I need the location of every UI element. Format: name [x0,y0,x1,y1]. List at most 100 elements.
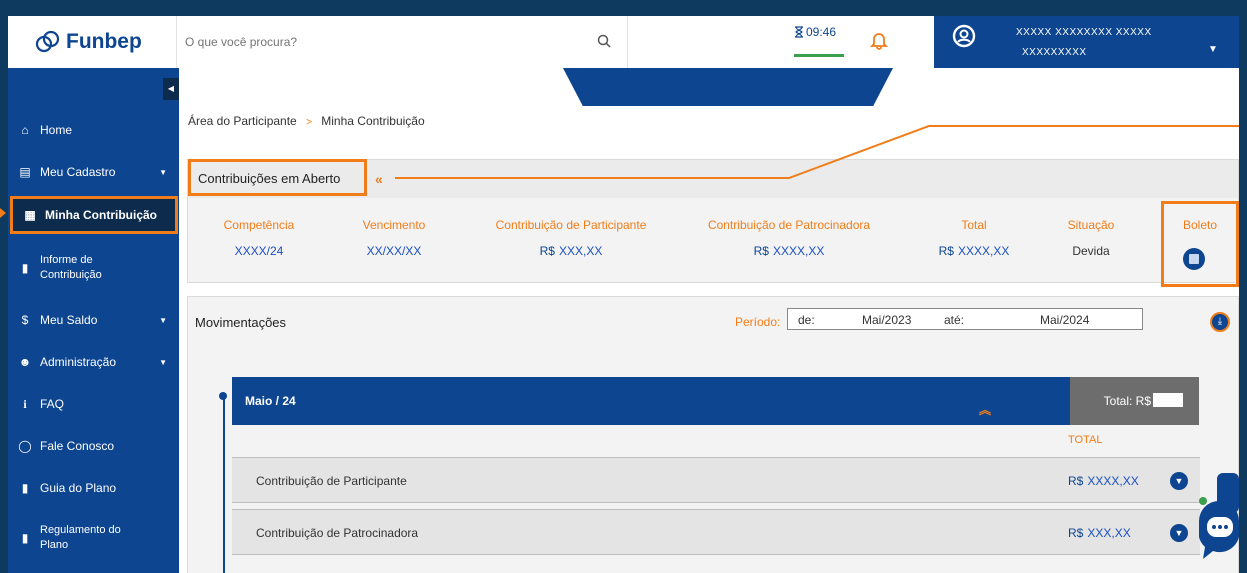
month-total: Total: R$ [1070,377,1199,425]
download-icon[interactable]: ⤓ [1210,312,1230,332]
total-column-header: TOTAL [1068,434,1103,446]
total-value: R$ XXXX,XX [924,244,1024,258]
timeline-dot [219,392,227,400]
funbep-logo[interactable]: Funbep [34,26,142,58]
bell-icon[interactable] [870,30,888,50]
sidebar-item-label: Minha Contribuição [45,208,157,222]
situacao-value: Devida [1072,244,1110,258]
vencimento-value: XX/XX/XX [366,244,422,258]
book-icon: ▮ [21,481,29,495]
column-competencia: Competência XXXX/24 [214,218,304,258]
column-header: Contribuição de Patrocinadora [707,218,871,232]
document-icon: ▮ [21,261,29,275]
sidebar-item-label: FAQ [40,397,65,411]
search-icon[interactable] [597,34,611,48]
column-total: Total R$ XXXX,XX [924,218,1024,258]
movements-title: Movimentações [195,315,287,330]
currency-label: R$ [1068,474,1084,488]
book-icon: ▮ [21,531,29,545]
sidebar-item-administracao[interactable]: ☻ Administração ▼ [8,350,179,374]
sidebar-item-label: Guia do Plano [40,481,117,495]
row-label: Contribuição de Participante [256,474,407,488]
user-avatar-icon [952,24,976,48]
timer-progress-bar [794,54,844,57]
chevron-down-icon: ▼ [159,315,167,325]
sidebar-item-minha-contribuicao[interactable]: ▦ Minha Contribuição [10,196,178,234]
chatbot-icon[interactable] [1195,471,1239,561]
sidebar-collapse-button[interactable]: ◀ [163,78,179,100]
user-name: XXXXX XXXXXXXX XXXXX [1016,27,1152,38]
breadcrumb-separator: > [306,117,312,128]
calculator-icon: ▦ [24,208,36,222]
competencia-value: XXXX/24 [234,244,284,258]
logo-icon [35,30,60,53]
timeline-line [223,394,225,573]
active-pointer-icon [0,208,6,218]
timer-value: 09:46 [806,25,837,39]
currency-label: R$ [753,244,769,258]
row-label: Contribuição de Patrocinadora [256,526,419,540]
from-value[interactable]: Mai/2023 [862,313,911,327]
breadcrumb-parent[interactable]: Área do Participante [188,114,297,128]
column-situacao: Situação Devida [1051,218,1131,258]
chevron-down-icon[interactable]: ▼ [1208,44,1218,55]
double-chevron-up-icon[interactable]: ︽ [979,404,991,416]
chevron-down-icon: ▼ [159,167,167,177]
sidebar-item-home[interactable]: ⌂ Home [8,118,179,142]
month-label: Maio / 24 [245,394,296,408]
patrocinadora-value: R$ XXXX,XX [692,244,886,258]
sidebar-item-regulamento-plano[interactable]: ▮ Regulamento do Plano [8,518,179,558]
sidebar-item-informe-contribuicao[interactable]: ▮ Informe de Contribuição [8,248,179,288]
header-tab-decoration [563,68,893,106]
sidebar-item-fale-conosco[interactable]: ◯ Fale Conosco [8,434,179,458]
participante-value: R$ XXX,XX [478,244,664,258]
brand-name: Funbep [66,30,142,53]
chevron-down-icon[interactable]: ▼ [1170,524,1188,542]
chevron-down-icon[interactable]: ▼ [1170,472,1188,490]
user-menu[interactable]: XXXXX XXXXXXXX XXXXX XXXXXXXXX ▼ [934,16,1239,68]
annotation-line [395,125,1239,179]
search-input[interactable] [185,32,565,52]
info-icon: i [23,396,27,411]
sidebar-item-label: Administração [40,355,117,369]
amount: XXX,XX [558,244,603,258]
sidebar-item-meu-saldo[interactable]: $ Meu Saldo ▼ [8,308,179,332]
row-amount: R$ XXXX,XX [1068,474,1139,488]
sidebar-item-label: Fale Conosco [40,439,115,453]
sidebar-item-meu-cadastro[interactable]: ▤ Meu Cadastro ▼ [8,160,179,184]
users-icon: ☻ [18,355,32,369]
hourglass-icon [795,26,803,38]
sidebar-item-label: Home [40,123,73,137]
search-bar [176,16,628,68]
table-row: Contribuição de Participante R$ XXXX,XX ▼ [232,457,1200,503]
to-label: até: [944,313,965,327]
open-contributions-title: Contribuições em Aberto [188,159,367,196]
to-value[interactable]: Mai/2024 [1040,313,1089,327]
month-header[interactable]: Maio / 24 [232,377,1070,425]
column-header: Contribuição de Participante [495,218,647,232]
sidebar-item-guia-plano[interactable]: ▮ Guia do Plano [8,476,179,500]
dollar-icon: $ [21,313,29,327]
column-header: Situação [1067,218,1115,232]
boleto-download-icon[interactable] [1183,248,1205,270]
id-card-icon: ▤ [19,165,31,179]
column-header: Vencimento [362,218,426,232]
period-label: Período: [735,315,781,329]
sidebar-item-label: Regulamento do Plano [40,524,121,551]
chevron-down-icon: ▼ [159,357,167,367]
period-filter[interactable]: de: Mai/2023 até: Mai/2024 [787,308,1143,330]
home-icon: ⌂ [21,123,29,137]
top-bar: Funbep 09:46 XXXXX XXXXXXXX XXXXX XXXXXX… [8,16,1239,68]
column-contribuicao-participante: Contribuição de Participante R$ XXX,XX [478,218,664,258]
month-total-label: Total: R$ [1103,394,1151,408]
amount: XXX,XX [1087,526,1131,540]
sidebar-item-label: Informe de Contribuição [40,254,102,281]
sidebar-item-faq[interactable]: i FAQ [8,392,179,416]
amount: XXXX,XX [957,244,1010,258]
amount: XXXX,XX [1087,474,1139,488]
row-amount: R$ XXX,XX [1068,526,1131,540]
column-header: Competência [223,218,295,232]
session-timer: 09:46 [794,25,836,39]
currency-label: R$ [938,244,954,258]
sidebar: ◀ ⌂ Home ▤ Meu Cadastro ▼ ▦ Minha Contri… [8,68,179,573]
